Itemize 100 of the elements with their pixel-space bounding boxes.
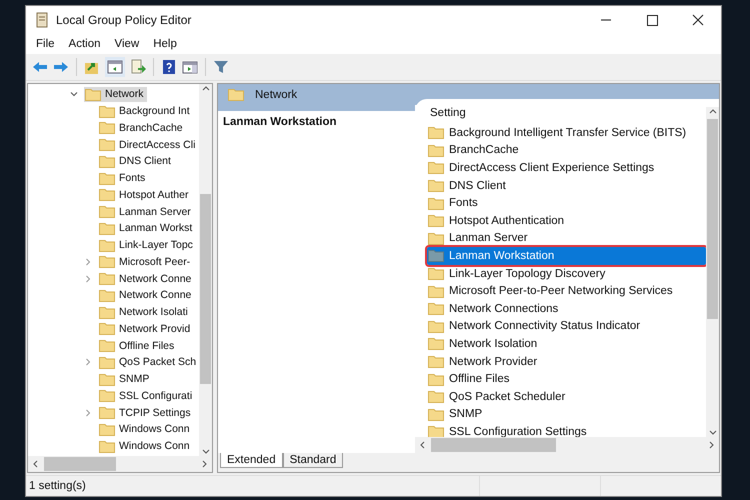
pane-title: Network [255, 88, 298, 100]
tree-item[interactable]: Lanman Server [98, 204, 194, 220]
horizontal-scrollbar[interactable] [28, 456, 212, 472]
list-item[interactable]: Network Connectivity Status Indicator [427, 318, 706, 336]
tree-item[interactable]: Fonts [98, 170, 148, 186]
collapsed-chevron-icon[interactable] [84, 258, 92, 266]
menu-item[interactable]: View [108, 38, 146, 50]
list-item[interactable]: SNMP [427, 406, 706, 424]
folder-icon [428, 196, 444, 210]
tree-item[interactable]: Network Conne [98, 271, 194, 286]
tree-item[interactable]: Network Provid [98, 321, 194, 336]
folder-icon [99, 322, 115, 336]
folder-icon [99, 406, 115, 420]
list-item[interactable]: Network Isolation [427, 335, 706, 353]
tree-item[interactable]: SNMP [98, 372, 152, 387]
help-icon[interactable] [161, 59, 177, 75]
list-item[interactable]: DirectAccess Client Experience Settings [427, 159, 706, 177]
tree-item[interactable]: Network Isolati [98, 304, 191, 320]
list-item[interactable]: DNS Client [427, 176, 706, 194]
tree-item[interactable]: DirectAccess Cli [98, 137, 198, 152]
folder-icon [99, 356, 115, 369]
action-pane-icon[interactable] [182, 59, 198, 75]
folder-icon [428, 390, 444, 404]
folder-icon [99, 339, 115, 352]
folder-icon [428, 232, 444, 245]
folder-icon [428, 144, 444, 157]
list-item[interactable]: Lanman Server [427, 230, 706, 248]
folder-icon [99, 389, 115, 402]
tree-item[interactable]: Microsoft Peer- [98, 254, 194, 270]
list-item[interactable]: Link-Layer Topology Discovery [427, 264, 706, 282]
tree-item[interactable]: Network Conne [98, 288, 194, 303]
filter-icon[interactable] [213, 59, 229, 75]
list-item[interactable]: QoS Packet Scheduler [427, 388, 706, 406]
window-title: Local Group Policy Editor [56, 13, 192, 27]
tree-item[interactable]: Network [84, 86, 147, 102]
folder-icon [428, 267, 444, 280]
tree-item[interactable]: BranchCache [98, 120, 186, 136]
horizontal-scrollbar[interactable] [415, 437, 719, 453]
tree-item[interactable]: Offline Files [98, 338, 178, 354]
folder-icon [99, 440, 115, 453]
forward-arrow-icon[interactable] [53, 59, 69, 75]
folder-icon [428, 126, 444, 140]
menu-item[interactable]: Help [147, 38, 183, 50]
tree-item[interactable]: Hotspot Auther [98, 187, 192, 202]
list-item[interactable]: Offline Files [427, 370, 706, 388]
list-item[interactable]: Lanman Workstation [427, 247, 706, 265]
export-list-icon[interactable] [130, 59, 146, 75]
folder-icon [99, 422, 115, 436]
folder-icon [99, 154, 115, 168]
folder-icon [428, 302, 444, 316]
collapsed-chevron-icon[interactable] [84, 358, 92, 366]
tree-item[interactable]: Link-Layer Topc [98, 238, 196, 253]
list-item[interactable]: Network Provider [427, 352, 706, 370]
folder-icon [428, 337, 444, 350]
menu-item[interactable]: File [30, 38, 61, 50]
scroll-icon [34, 12, 50, 28]
tree-pane-icon[interactable] [105, 57, 125, 77]
tree-item[interactable]: Background Int [98, 104, 193, 119]
folder-icon [99, 372, 115, 386]
folder-icon [99, 288, 115, 302]
description-title: Lanman Workstation [223, 116, 337, 128]
list-item[interactable]: Fonts [427, 194, 706, 212]
folder-icon [85, 88, 101, 101]
folder-icon [99, 138, 115, 152]
list-item[interactable]: BranchCache [427, 142, 706, 160]
vertical-scrollbar[interactable] [706, 107, 719, 437]
folder-icon [99, 222, 115, 235]
folder-icon [428, 161, 444, 174]
list-item[interactable]: Microsoft Peer-to-Peer Networking Services [427, 282, 706, 300]
list-item[interactable]: Hotspot Authentication [427, 212, 706, 230]
tree-item[interactable]: SSL Configurati [98, 388, 196, 404]
folder-icon [99, 205, 115, 218]
tree-item[interactable]: Lanman Workst [98, 220, 196, 236]
folder-icon [428, 179, 444, 192]
folder-icon [428, 408, 444, 421]
folder-icon [99, 188, 115, 202]
status-text: 1 setting(s) [29, 480, 87, 492]
list-item[interactable]: SSL Configuration Settings [427, 423, 706, 437]
tree-item[interactable]: Windows Conn [98, 422, 193, 437]
menu-item[interactable]: Action [62, 38, 106, 50]
folder-icon [428, 249, 444, 262]
tree-item[interactable]: TCPIP Settings [98, 405, 194, 420]
folder-icon [99, 238, 115, 252]
collapsed-chevron-icon[interactable] [84, 274, 92, 283]
list-item[interactable]: Background Intelligent Transfer Service (BITS) [427, 124, 706, 142]
collapsed-chevron-icon[interactable] [84, 408, 92, 417]
folder-icon [428, 320, 444, 333]
expanded-chevron-icon[interactable] [70, 90, 78, 98]
back-arrow-icon[interactable] [32, 59, 48, 75]
tree-item[interactable]: Windows Conn [98, 438, 193, 454]
tree-item[interactable]: DNS Client [98, 154, 174, 169]
folder-icon [99, 255, 115, 268]
view-tab[interactable]: Standard [282, 453, 344, 468]
list-item[interactable]: Network Connections [427, 300, 706, 318]
view-tab[interactable]: Extended [220, 453, 283, 468]
folder-icon [428, 214, 444, 228]
folder-icon [99, 272, 115, 286]
tree-item[interactable]: QoS Packet Sch [98, 354, 199, 370]
column-header[interactable]: Setting [427, 107, 706, 124]
vertical-scrollbar[interactable] [199, 84, 212, 456]
